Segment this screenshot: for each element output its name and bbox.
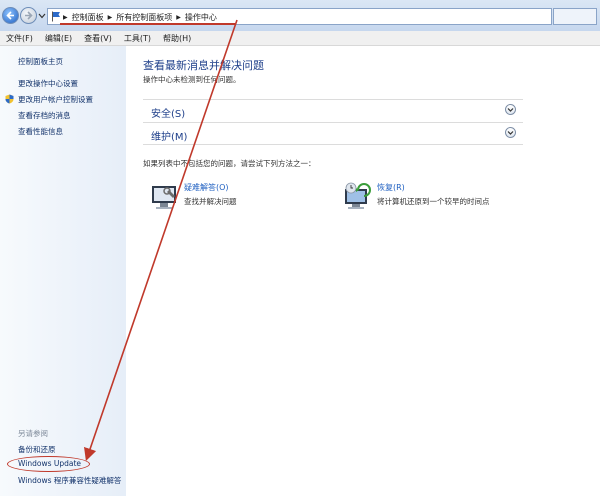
action-center-flag-icon [52, 11, 60, 22]
sidebar-change-action-center-settings[interactable]: 更改操作中心设置 [18, 78, 78, 89]
sidebar-backup-restore[interactable]: 备份和还原 [18, 444, 56, 455]
security-group-label[interactable]: 安全(S) [151, 105, 185, 120]
sidebar-compat-troubleshooter[interactable]: Windows 程序兼容性疑难解答 [18, 475, 121, 486]
breadcrumb-separator-icon[interactable]: ▶ [108, 14, 113, 21]
recovery-desc: 将计算机还原到一个较早的时间点 [377, 197, 490, 206]
sidebar-windows-update[interactable]: Windows Update [18, 459, 81, 468]
breadcrumb: ▶ 控制面板 ▶ 所有控制面板项 ▶ 操作中心 [63, 11, 217, 23]
troubleshooting-monitor-icon [152, 186, 176, 209]
main-content: 查看最新消息并解决问题 操作中心未检测到任何问题。 安全(S) 维护(M) 如果… [127, 46, 600, 496]
recent-pages-dropdown-icon[interactable] [38, 12, 46, 20]
menu-view[interactable]: 查看(V) [78, 33, 118, 44]
page-title: 查看最新消息并解决问题 [143, 59, 264, 72]
troubleshoot-prompt: 如果列表中不包括您的问题，请尝试下列方法之一： [143, 159, 316, 168]
forward-arrow-icon [25, 11, 33, 20]
recovery-tool[interactable]: 恢复(R) 将计算机还原到一个较早的时间点 [342, 182, 542, 222]
breadcrumb-separator-icon[interactable]: ▶ [63, 14, 68, 21]
back-button[interactable] [2, 7, 19, 24]
troubleshooting-link[interactable]: 疑难解答(O) [184, 182, 229, 193]
maintenance-group[interactable]: 维护(M) [143, 122, 523, 145]
breadcrumb-item-control-panel[interactable]: 控制面板 [72, 12, 104, 23]
menu-edit[interactable]: 编辑(E) [39, 33, 78, 44]
forward-button[interactable] [20, 7, 37, 24]
security-group[interactable]: 安全(S) [143, 99, 523, 121]
address-bar-region: ▶ 控制面板 ▶ 所有控制面板项 ▶ 操作中心 [0, 0, 600, 32]
maintenance-group-label[interactable]: 维护(M) [151, 128, 187, 143]
sidebar-change-uac-settings[interactable]: 更改用户帐户控制设置 [18, 94, 93, 105]
sidebar-view-performance-info[interactable]: 查看性能信息 [18, 126, 63, 137]
expand-chevron-icon[interactable] [505, 127, 516, 138]
breadcrumb-separator-icon[interactable]: ▶ [176, 14, 181, 21]
address-field[interactable]: ▶ 控制面板 ▶ 所有控制面板项 ▶ 操作中心 [47, 8, 552, 25]
address-bar-buttons[interactable] [553, 8, 597, 25]
sidebar-view-archived-messages[interactable]: 查看存档的消息 [18, 110, 71, 121]
recovery-monitor-icon [345, 182, 371, 209]
status-message: 操作中心未检测到任何问题。 [143, 75, 241, 84]
breadcrumb-item-action-center[interactable]: 操作中心 [185, 12, 217, 23]
menu-bar: 文件(F) 编辑(E) 查看(V) 工具(T) 帮助(H) [0, 31, 600, 46]
recovery-link[interactable]: 恢复(R) [377, 182, 405, 193]
see-also-heading: 另请参阅 [18, 429, 48, 438]
uac-shield-icon [5, 94, 14, 104]
troubleshooting-desc: 查找并解决问题 [184, 197, 237, 206]
menu-file[interactable]: 文件(F) [0, 33, 39, 44]
expand-chevron-icon[interactable] [505, 104, 516, 115]
menu-tools[interactable]: 工具(T) [118, 33, 157, 44]
back-arrow-icon [6, 11, 14, 20]
breadcrumb-item-all-items[interactable]: 所有控制面板项 [116, 12, 172, 23]
menu-help[interactable]: 帮助(H) [157, 33, 197, 44]
sidebar: 控制面板主页 更改操作中心设置 更改用户帐户控制设置 查看存档的消息 查看性能信… [0, 46, 126, 496]
troubleshooting-tool[interactable]: 疑难解答(O) 查找并解决问题 [149, 182, 349, 222]
sidebar-control-panel-home[interactable]: 控制面板主页 [18, 56, 63, 67]
